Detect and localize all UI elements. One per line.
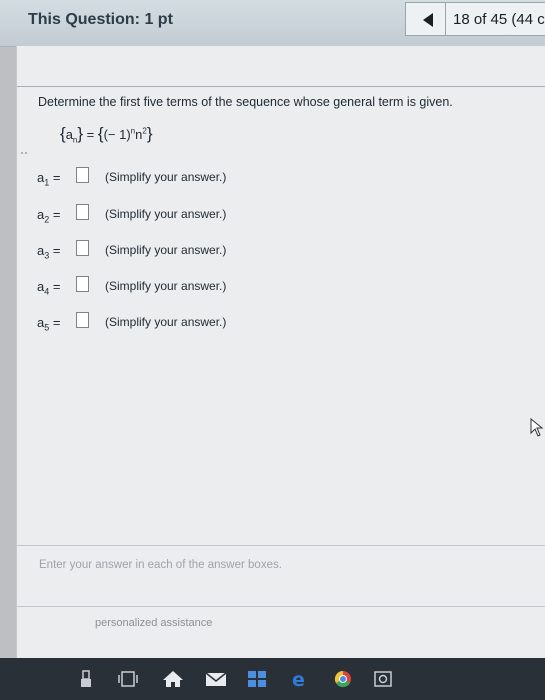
svg-text:e: e: [292, 670, 305, 688]
windows-store-icon[interactable]: [247, 670, 267, 688]
answer-input-a4[interactable]: [76, 276, 89, 292]
formula-rhs-base: (− 1): [103, 127, 131, 142]
assist-divider: [17, 606, 545, 607]
answer-input-a5[interactable]: [76, 312, 89, 328]
term-label: a3 =: [37, 243, 61, 261]
edge-icon[interactable]: e: [290, 670, 310, 688]
answer-input-a3[interactable]: [76, 240, 89, 256]
scroll-handle-icon: [21, 152, 27, 154]
navigator-divider: [445, 3, 446, 35]
term-label: a5 =: [37, 315, 61, 333]
answer-hint: (Simplify your answer.): [105, 170, 227, 184]
question-prompt: Determine the first five terms of the se…: [38, 95, 453, 109]
chrome-icon[interactable]: [333, 670, 353, 688]
question-navigator: 18 of 45 (44 c: [405, 2, 545, 36]
question-header: This Question: 1 pt 18 of 45 (44 c: [0, 0, 545, 47]
answer-hint: (Simplify your answer.): [105, 207, 227, 221]
answer-input-a1[interactable]: [76, 167, 89, 183]
previous-question-arrow-icon[interactable]: [423, 13, 433, 27]
term-label: a4 =: [37, 279, 61, 297]
term-label: a2 =: [37, 207, 61, 225]
personalized-assistance-link[interactable]: personalized assistance: [95, 617, 212, 629]
answer-input-a2[interactable]: [76, 204, 89, 220]
task-view-icon[interactable]: [118, 670, 138, 688]
answer-hint: (Simplify your answer.): [105, 279, 227, 293]
question-panel: Determine the first five terms of the se…: [16, 46, 545, 658]
sequence-formula: {an} = {(− 1)nn2}: [60, 124, 153, 145]
usb-icon[interactable]: [80, 670, 92, 688]
answer-instructions: Enter your answer in each of the answer …: [39, 559, 282, 571]
footer-divider: [17, 545, 545, 546]
mouse-cursor-icon: [530, 418, 544, 437]
formula-lhs-var: a: [65, 127, 73, 142]
question-points-title: This Question: 1 pt: [28, 11, 173, 28]
mail-icon[interactable]: [205, 670, 227, 688]
windows-taskbar: e: [0, 658, 545, 700]
home-icon[interactable]: [162, 670, 184, 688]
answer-hint: (Simplify your answer.): [105, 243, 227, 257]
question-progress: 18 of 45 (44 c: [453, 11, 545, 28]
panel-divider: [17, 86, 545, 87]
camera-icon[interactable]: [373, 670, 393, 688]
term-label: a1 =: [37, 170, 61, 188]
answer-hint: (Simplify your answer.): [105, 315, 227, 329]
